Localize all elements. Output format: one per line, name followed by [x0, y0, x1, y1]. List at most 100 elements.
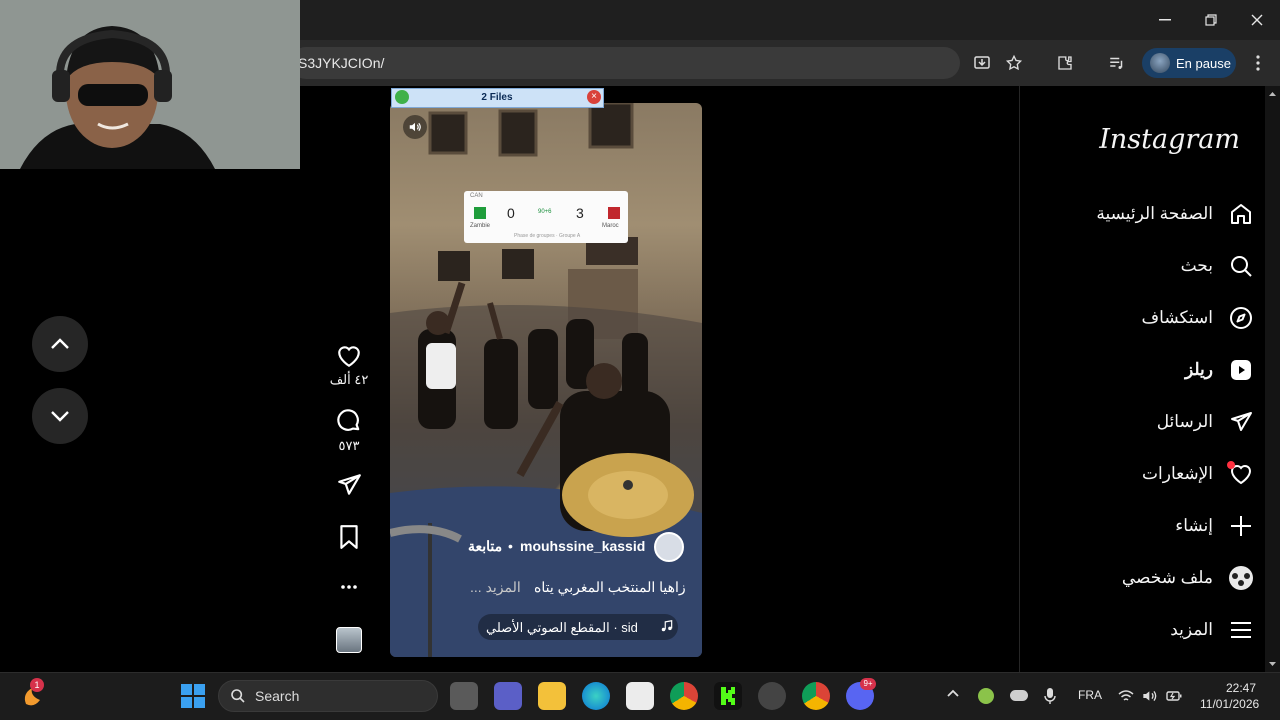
- taskbar-search-box[interactable]: [218, 680, 438, 712]
- sidebar-item-messages[interactable]: الرسائل: [1157, 404, 1255, 440]
- bookmark-icon[interactable]: [338, 524, 360, 550]
- file-explorer-icon[interactable]: [538, 682, 566, 710]
- heart-icon[interactable]: [336, 344, 362, 368]
- heart-icon: [1227, 460, 1255, 488]
- media-controls-icon[interactable]: [1106, 52, 1128, 74]
- author-avatar[interactable]: [654, 532, 684, 562]
- widgets-badge: 1: [30, 678, 44, 692]
- sidebar-item-label: ريلز: [1185, 360, 1213, 379]
- more-options-action[interactable]: [328, 584, 370, 590]
- sidebar-item-home[interactable]: الصفحة الرئيسية: [1096, 196, 1255, 232]
- avatar: [1150, 53, 1170, 73]
- next-reel-button[interactable]: [32, 388, 88, 444]
- instagram-logo[interactable]: Instagram: [1099, 124, 1240, 155]
- edge-icon[interactable]: [582, 682, 610, 710]
- compass-icon: [1227, 304, 1255, 332]
- minimize-button[interactable]: [1152, 8, 1178, 32]
- like-action[interactable]: ٤٢ ألف: [328, 344, 370, 388]
- microphone-icon[interactable]: [1044, 687, 1056, 705]
- bookmark-star-icon[interactable]: [1003, 52, 1025, 74]
- music-note-icon: [660, 619, 674, 633]
- more-dots-icon[interactable]: [340, 584, 358, 590]
- sidebar-item-reels[interactable]: ريلز: [1185, 352, 1255, 388]
- scoreboard-card: CAN Zambie 0 90+6 3 Maroc Phase de group…: [464, 191, 628, 243]
- search-icon: [1227, 252, 1255, 280]
- audio-thumbnail[interactable]: [336, 627, 362, 653]
- sidebar-divider: [1019, 86, 1020, 672]
- caption-more-link[interactable]: ... المزيد: [470, 579, 521, 596]
- files-status-icon: [395, 90, 409, 104]
- comment-action[interactable]: ٥٧٣: [328, 408, 370, 454]
- scrollbar[interactable]: [1265, 86, 1280, 672]
- reel-video[interactable]: [390, 103, 702, 657]
- widgets-icon[interactable]: 1: [20, 678, 46, 708]
- tray-app-icon[interactable]: [978, 688, 994, 704]
- comment-icon[interactable]: [336, 408, 362, 434]
- webcam-overlay: [0, 0, 300, 169]
- sidebar-item-search[interactable]: بحث: [1181, 248, 1255, 284]
- taskbar-search-icon: [230, 688, 246, 704]
- sidebar-item-more[interactable]: المزيد: [1170, 612, 1255, 648]
- sidebar-item-label: الإشعارات: [1142, 464, 1213, 483]
- sidebar-item-label: بحث: [1180, 256, 1213, 275]
- sidebar-item-profile[interactable]: ملف شخصي: [1122, 560, 1255, 596]
- url-text: S3JYKJCIOn/: [298, 55, 385, 71]
- score-left: 0: [507, 205, 515, 221]
- files-close-icon[interactable]: ×: [587, 90, 601, 104]
- browser-menu-icon[interactable]: [1247, 52, 1269, 74]
- restore-button[interactable]: [1198, 8, 1224, 32]
- battery-icon[interactable]: [1166, 690, 1182, 702]
- install-app-icon[interactable]: [971, 52, 993, 74]
- chrome-profile-icon[interactable]: [802, 682, 830, 710]
- notification-dot: [1227, 461, 1235, 469]
- sound-on-icon[interactable]: [403, 115, 427, 139]
- author-username[interactable]: mouhssine_kassid: [520, 538, 645, 554]
- files-title: 2 Files: [481, 92, 513, 103]
- microsoft-store-icon[interactable]: [626, 682, 654, 710]
- score-right: 3: [576, 205, 584, 221]
- discord-badge: 9+: [860, 678, 876, 690]
- wifi-icon[interactable]: [1118, 689, 1134, 703]
- team-left-name: Zambie: [470, 223, 491, 229]
- taskbar-search-label: Search: [255, 688, 300, 704]
- sidebar-item-notifications[interactable]: الإشعارات: [1142, 456, 1255, 492]
- follow-button[interactable]: متابعة: [468, 538, 502, 555]
- share-action[interactable]: [328, 472, 370, 498]
- reel-caption: زاهيا المنتخب المغربي يتاه: [534, 579, 686, 595]
- previous-reel-button[interactable]: [32, 316, 88, 372]
- profile-status-label: En pause: [1176, 56, 1231, 71]
- save-action[interactable]: [328, 524, 370, 550]
- sidebar-item-label: المزيد: [1170, 620, 1213, 639]
- windows-start-icon[interactable]: [181, 684, 205, 708]
- sidebar-item-create[interactable]: إنشاء: [1175, 508, 1255, 544]
- language-indicator[interactable]: FRA: [1078, 688, 1102, 702]
- kick-icon[interactable]: [714, 682, 742, 710]
- task-view-icon[interactable]: [450, 682, 478, 710]
- extensions-icon[interactable]: [1054, 52, 1076, 74]
- sidebar-item-label: الصفحة الرئيسية: [1096, 204, 1213, 223]
- audio-label: المقطع الصوتي الأصلي · sid: [486, 620, 638, 635]
- sidebar-item-label: استكشاف: [1141, 308, 1213, 327]
- sidebar-item-explore[interactable]: استكشاف: [1142, 300, 1255, 336]
- likes-count: ٤٢ ألف: [329, 372, 369, 387]
- home-icon: [1227, 200, 1255, 228]
- teams-icon[interactable]: [494, 682, 522, 710]
- profile-icon: [1227, 564, 1255, 592]
- discord-icon[interactable]: 9+: [846, 678, 876, 710]
- send-icon[interactable]: [336, 472, 362, 498]
- show-hidden-icons[interactable]: [946, 688, 960, 698]
- onedrive-icon[interactable]: [1010, 690, 1028, 701]
- match-status: 90+6: [538, 209, 552, 215]
- plus-icon: [1227, 512, 1255, 540]
- close-window-button[interactable]: [1244, 8, 1270, 32]
- chrome-icon[interactable]: [670, 682, 698, 710]
- volume-icon[interactable]: [1142, 689, 1158, 703]
- sidebar-item-label: الرسائل: [1156, 412, 1213, 431]
- address-bar[interactable]: [290, 47, 960, 79]
- obs-icon[interactable]: [758, 682, 786, 710]
- send-icon: [1227, 408, 1255, 436]
- team-right-name: Maroc: [602, 223, 619, 229]
- clock-time[interactable]: 22:47: [1226, 681, 1256, 695]
- morocco-flag-icon: [608, 207, 620, 219]
- clock-date[interactable]: 11/01/2026: [1200, 697, 1259, 711]
